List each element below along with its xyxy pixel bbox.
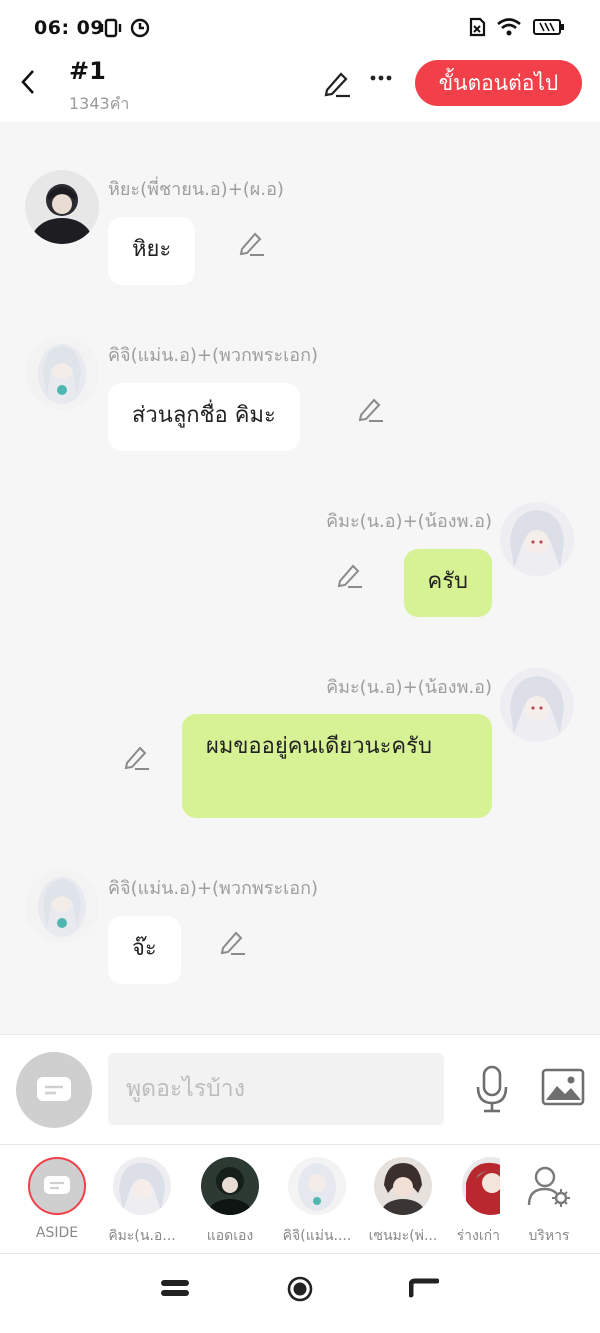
avatar	[374, 1157, 432, 1215]
speaker-name: คิมะ(น.อ)+(น้องพ.อ)	[326, 677, 492, 698]
avatar	[462, 1157, 500, 1215]
message-bubble[interactable]: ส่วนลูกชื่อ คิมะ	[108, 383, 300, 451]
microphone-icon	[476, 1065, 508, 1113]
speaker-name: หิยะ(พี่ชายน.อ)+(ผ.อ)	[108, 179, 284, 200]
character-item[interactable]: แอดเอง	[186, 1157, 274, 1247]
edit-message-button[interactable]	[238, 229, 266, 257]
character-item[interactable]: เซนมะ(พ่...	[359, 1157, 447, 1247]
message-input[interactable]	[108, 1053, 444, 1125]
character-name: แอดเอง	[206, 1228, 254, 1244]
pencil-icon	[239, 232, 264, 256]
avatar	[288, 1157, 346, 1215]
character-name: เซนมะ(พ่...	[368, 1228, 438, 1244]
back-button[interactable]	[14, 66, 42, 98]
image-button[interactable]	[541, 1067, 585, 1107]
chat-area[interactable]: หิยะ(พี่ชายน.อ)+(ผ.อ) หิยะ คิจิ(แม่น.อ)+…	[0, 122, 600, 1034]
more-button[interactable]	[368, 66, 394, 96]
avatar[interactable]	[500, 668, 574, 742]
pencil-icon	[324, 72, 350, 98]
character-name: ร่างเก่า	[456, 1228, 500, 1244]
edit-title-button[interactable]	[322, 68, 352, 98]
pencil-icon	[337, 564, 362, 588]
avatar	[113, 1157, 171, 1215]
edit-message-button[interactable]	[336, 561, 364, 589]
message-bubble[interactable]: หิยะ	[108, 217, 196, 285]
wifi-icon	[497, 18, 521, 36]
image-icon	[541, 1068, 585, 1106]
chat-editor-screen: 06: 09 #1 1343คำ ขั้นตอนต่อไป หิยะ(พี่ชา…	[0, 0, 600, 1333]
vibrate-icon	[100, 18, 122, 38]
system-nav-bar	[0, 1254, 600, 1333]
avatar	[201, 1157, 259, 1215]
avatar[interactable]	[25, 336, 99, 410]
pencil-icon	[220, 931, 245, 955]
manage-icon	[520, 1157, 578, 1215]
battery-icon	[533, 19, 564, 35]
message-bubble[interactable]: จ๊ะ	[108, 916, 181, 984]
word-count: 1343คำ	[69, 94, 130, 113]
character-aside[interactable]: ASIDE	[13, 1157, 101, 1241]
character-item[interactable]: ร่างเก่า	[438, 1157, 500, 1247]
more-icon	[370, 75, 392, 81]
pencil-icon	[124, 746, 149, 770]
composer-bar	[0, 1034, 600, 1144]
edit-message-button[interactable]	[219, 928, 247, 956]
manage-characters-button[interactable]: บริหาร	[505, 1157, 593, 1247]
edit-message-button[interactable]	[357, 395, 385, 423]
character-name: คิมะ(น.อ...	[108, 1228, 176, 1244]
character-item[interactable]: คิมะ(น.อ...	[98, 1157, 186, 1247]
status-time: 06: 09	[34, 17, 105, 39]
page-title: #1	[69, 57, 106, 85]
character-name: ASIDE	[35, 1225, 79, 1241]
header: #1 1343คำ ขั้นตอนต่อไป	[0, 56, 600, 122]
message-bubble[interactable]: ผมขออยู่คนเดียวนะครับ	[182, 714, 492, 818]
avatar[interactable]	[500, 502, 574, 576]
chat-bubble-icon	[44, 1176, 70, 1194]
speaker-name: คิจิ(แม่น.อ)+(พวกพระเอก)	[108, 878, 318, 899]
speaker-name: คิจิ(แม่น.อ)+(พวกพระเอก)	[108, 345, 318, 366]
character-name: คิจิ(แม่น....	[282, 1228, 352, 1244]
recents-icon[interactable]	[160, 1278, 190, 1298]
chat-bubble-icon	[37, 1077, 71, 1101]
avatar	[28, 1157, 86, 1215]
character-selector: ASIDE คิมะ(น.อ... แอดเอง คิจิ(แม่น.... เ…	[0, 1144, 600, 1254]
status-bar: 06: 09	[0, 0, 600, 56]
chevron-left-icon	[21, 70, 34, 94]
home-icon[interactable]	[286, 1275, 314, 1303]
next-step-button[interactable]: ขั้นตอนต่อไป	[415, 60, 582, 106]
avatar[interactable]	[25, 170, 99, 244]
microphone-button[interactable]	[474, 1065, 510, 1113]
message-bubble[interactable]: ครับ	[403, 549, 492, 617]
character-name: บริหาร	[528, 1228, 570, 1244]
speaker-name: คิมะ(น.อ)+(น้องพ.อ)	[326, 511, 492, 532]
alarm-icon	[130, 18, 150, 38]
avatar[interactable]	[25, 869, 99, 943]
edit-message-button[interactable]	[123, 743, 151, 771]
aside-toggle-button[interactable]	[16, 1052, 92, 1128]
sim-icon	[469, 17, 486, 37]
character-item[interactable]: คิจิ(แม่น....	[273, 1157, 361, 1247]
back-nav-icon[interactable]	[409, 1278, 439, 1298]
pencil-icon	[358, 398, 383, 422]
